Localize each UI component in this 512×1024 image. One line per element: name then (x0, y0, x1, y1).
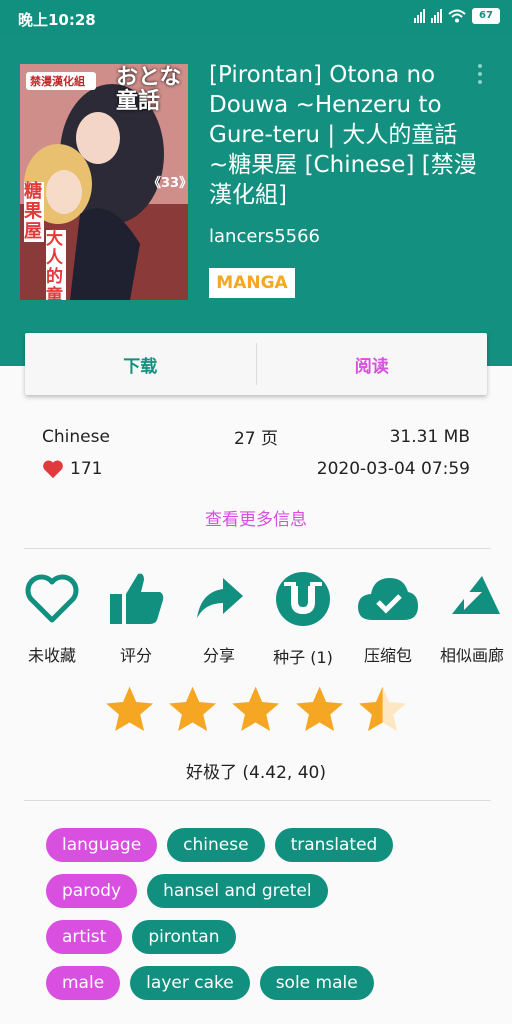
share-arrow-icon (197, 578, 243, 618)
divider (24, 800, 491, 801)
tag-group: language chinese translated parody hanse… (46, 828, 506, 1012)
cloud-check-icon (358, 578, 418, 620)
similar-gallery-label: 相似画廊 (439, 646, 504, 665)
tag-namespace[interactable]: parody (46, 874, 138, 908)
cover-tag-top: 禁漫漢化組 (30, 75, 85, 88)
star-icon (169, 686, 217, 731)
signal-icon (431, 9, 442, 23)
cover-side-text: 糖果屋 (24, 181, 44, 242)
tag-value[interactable]: hansel and gretel (147, 874, 328, 908)
star-icon (295, 686, 343, 731)
tag-row: artist pirontan (46, 920, 506, 954)
cover-subtitle: 大人的童話 (46, 230, 66, 300)
gallery-title: [Pirontan] Otona no Douwa ~Henzeru to Gu… (209, 62, 477, 208)
rating-text: 好极了 (4.42, 40) (186, 763, 326, 783)
archive-button[interactable]: 压缩包 (348, 570, 428, 666)
rate-button[interactable]: 评分 (96, 570, 176, 666)
tag-value[interactable]: chinese (167, 828, 265, 862)
archive-label: 压缩包 (363, 646, 412, 665)
tag-value[interactable]: pirontan (132, 920, 236, 954)
tag-row: language chinese translated (46, 828, 506, 862)
torrent-label: 种子 (1) (273, 648, 333, 667)
read-button[interactable]: 阅读 (257, 352, 488, 377)
tool-row: 未收藏 评分 分享 种子 (1) 压缩包 相似画廊 (0, 570, 512, 670)
torrent-icon (276, 572, 330, 626)
rate-label: 评分 (119, 646, 152, 665)
info-row-1: Chinese 27 页 31.31 MB (42, 424, 470, 450)
download-button[interactable]: 下载 (25, 352, 256, 377)
similar-gallery-icon (452, 576, 500, 614)
overflow-menu-icon[interactable] (474, 62, 486, 86)
uploader-link[interactable]: lancers5566 (209, 226, 320, 247)
wifi-icon (448, 9, 466, 23)
divider (24, 548, 491, 549)
star-icon (106, 686, 154, 731)
cover-issue: 《33》 (148, 176, 188, 191)
size-value: 31.31 MB (389, 426, 470, 447)
action-card: 下载 阅读 (25, 333, 487, 395)
tag-value[interactable]: layer cake (130, 966, 250, 1000)
tag-row: parody hansel and gretel (46, 874, 506, 908)
heart-icon (43, 460, 63, 479)
share-button[interactable]: 分享 (179, 570, 259, 666)
similar-gallery-button[interactable]: 相似画廊 (432, 570, 512, 666)
cover-image[interactable]: 禁漫漢化組 おとな童話 《33》 糖果屋 大人的童話 (20, 64, 188, 300)
tag-namespace[interactable]: male (46, 966, 121, 1000)
heart-outline-icon (25, 574, 79, 623)
favorite-button[interactable]: 未收藏 (12, 570, 92, 666)
status-icons: 67 (414, 8, 500, 24)
rating-stars[interactable] (104, 684, 408, 734)
tag-namespace[interactable]: language (46, 828, 158, 862)
tag-namespace[interactable]: artist (46, 920, 123, 954)
thumbs-up-icon (110, 573, 164, 624)
battery-icon: 67 (472, 8, 500, 24)
category-badge[interactable]: MANGA (209, 268, 295, 298)
tag-value[interactable]: translated (274, 828, 394, 862)
signal-icon (414, 9, 425, 23)
status-bar: 晚上10:28 67 (0, 0, 512, 36)
tag-row: male layer cake sole male (46, 966, 506, 1000)
tag-value[interactable]: sole male (259, 966, 374, 1000)
favorites-count: 171 (70, 459, 103, 479)
star-icon (232, 686, 280, 731)
status-time: 晚上10:28 (18, 11, 96, 29)
posted-date: 2020-03-04 07:59 (316, 459, 470, 479)
more-info-link[interactable]: 查看更多信息 (0, 505, 512, 530)
favorite-label: 未收藏 (27, 646, 76, 665)
share-label: 分享 (202, 646, 235, 665)
half-star-icon (358, 686, 406, 731)
cover-big-title: おとな童話 (116, 65, 182, 114)
language-value: Chinese (42, 426, 110, 447)
info-row-2: 171 2020-03-04 07:59 (42, 459, 470, 479)
torrent-button[interactable]: 种子 (1) (263, 570, 343, 668)
pages-value: 27 页 (233, 429, 279, 449)
